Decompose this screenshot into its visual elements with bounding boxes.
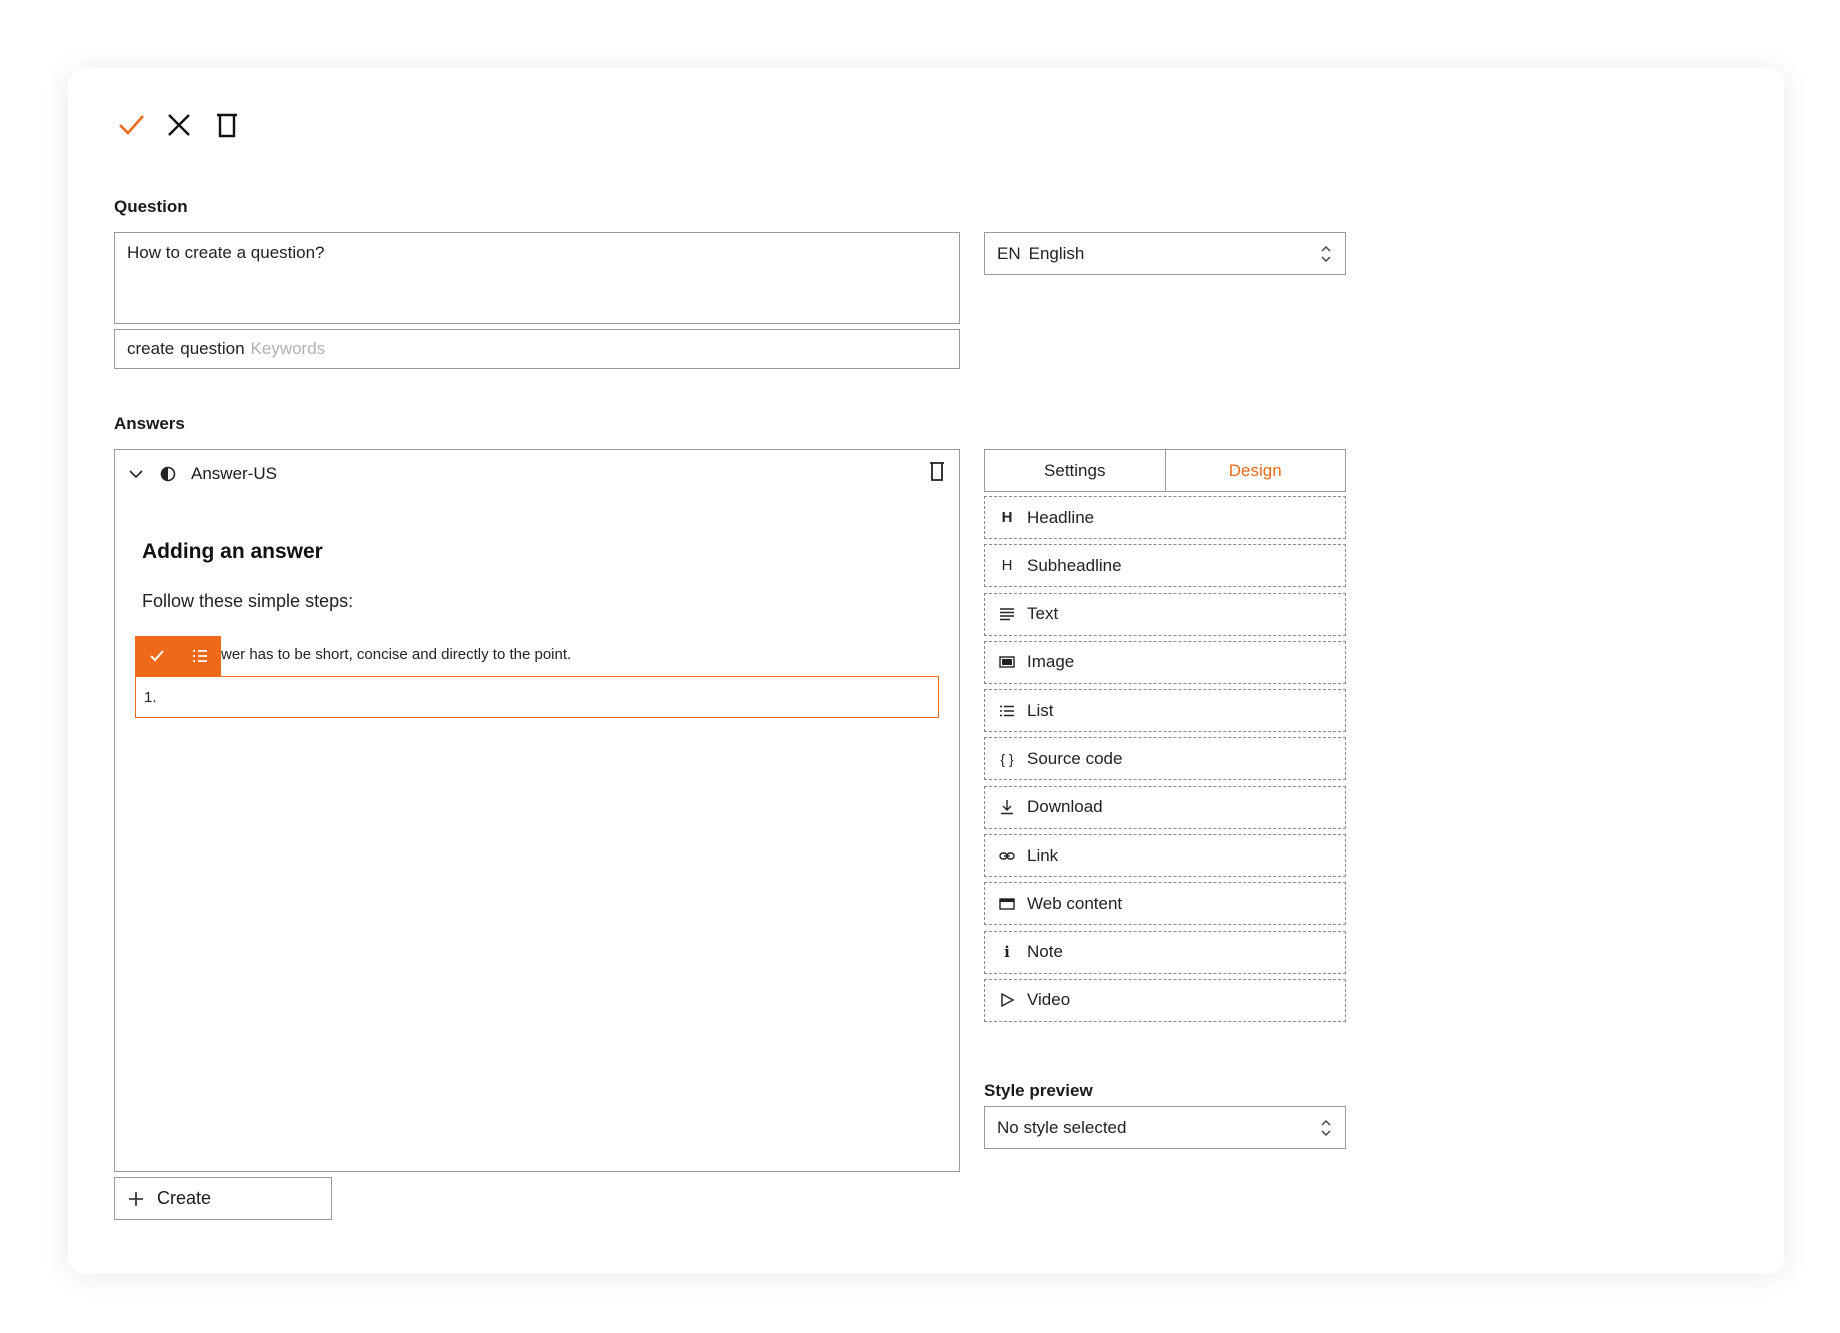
toolbar xyxy=(114,108,244,142)
answer-title[interactable]: Adding an answer xyxy=(142,540,323,564)
link-icon xyxy=(999,848,1015,864)
editor-card: Question How to create a question? creat… xyxy=(68,68,1784,1274)
plus-icon xyxy=(129,1191,143,1206)
block-label: Web content xyxy=(1027,893,1123,913)
panel-tabs: Settings Design xyxy=(984,449,1346,492)
note-icon: i xyxy=(1004,943,1010,962)
answer-panel: Answer-US Adding an answer Follow these … xyxy=(114,449,960,1172)
chevron-down-icon[interactable] xyxy=(127,465,145,483)
close-icon xyxy=(168,114,190,136)
trash-icon xyxy=(217,113,237,138)
list-icon[interactable] xyxy=(191,647,209,665)
tab-settings[interactable]: Settings xyxy=(985,450,1166,491)
block-label: Text xyxy=(1027,604,1059,624)
text-icon xyxy=(999,606,1015,622)
answer-name: Answer-US xyxy=(191,464,277,483)
tab-design[interactable]: Design xyxy=(1166,450,1346,491)
check-icon[interactable] xyxy=(148,647,166,665)
answer-text[interactable]: Follow these simple steps: xyxy=(142,591,353,612)
style-preview-select[interactable]: No style selected xyxy=(984,1106,1346,1149)
language-select[interactable]: EN English xyxy=(984,232,1346,275)
block-label: Source code xyxy=(1027,748,1123,768)
create-label: Create xyxy=(157,1188,212,1208)
image-icon xyxy=(999,654,1015,670)
question-textarea[interactable]: How to create a question? xyxy=(114,232,960,324)
list-editor-toolbar xyxy=(135,636,221,676)
block-headline[interactable]: H Headline xyxy=(984,496,1346,539)
delete-button[interactable] xyxy=(210,108,244,142)
subheadline-icon: H xyxy=(1001,557,1013,575)
block-video[interactable]: Video xyxy=(984,978,1346,1022)
style-preview-value: No style selected xyxy=(997,1117,1127,1137)
keywords-input[interactable]: create question Keywords xyxy=(114,329,960,369)
block-label: Video xyxy=(1027,990,1071,1010)
language-name: English xyxy=(1028,243,1085,263)
create-button[interactable]: Create xyxy=(114,1177,332,1220)
block-label: Image xyxy=(1027,652,1075,672)
block-label: Note xyxy=(1027,942,1063,962)
answer-line[interactable]: wer has to be short, concise and directl… xyxy=(221,646,571,663)
block-download[interactable]: Download xyxy=(984,785,1346,829)
contrast-icon[interactable] xyxy=(159,465,177,483)
keyword-tag[interactable]: create xyxy=(127,339,174,359)
answer-header: Answer-US xyxy=(127,460,277,488)
block-note[interactable]: i Note xyxy=(984,930,1346,974)
video-icon xyxy=(999,992,1015,1008)
confirm-button[interactable] xyxy=(114,108,148,142)
download-icon xyxy=(999,799,1015,815)
list-value: 1. xyxy=(144,688,157,706)
chevron-up-down-icon xyxy=(1321,245,1331,262)
cancel-button[interactable] xyxy=(162,108,196,142)
list-icon xyxy=(999,703,1015,719)
block-subheadline[interactable]: H Subheadline xyxy=(984,544,1346,588)
block-text[interactable]: Text xyxy=(984,592,1346,636)
answers-label: Answers xyxy=(114,414,185,433)
question-label: Question xyxy=(114,197,188,216)
chevron-up-down-icon xyxy=(1321,1119,1331,1136)
block-label: Headline xyxy=(1027,507,1095,527)
keywords-placeholder: Keywords xyxy=(250,339,326,358)
block-link[interactable]: Link xyxy=(984,834,1346,878)
web-content-icon xyxy=(999,896,1015,912)
block-source-code[interactable]: { } Source code xyxy=(984,737,1346,781)
style-preview-label: Style preview xyxy=(984,1081,1093,1100)
block-label: Download xyxy=(1027,797,1103,817)
source-code-icon: { } xyxy=(1000,750,1014,767)
language-code: EN xyxy=(997,243,1021,263)
list-input[interactable]: 1. xyxy=(135,676,939,718)
content-blocks: H Headline H Subheadline Text Image List… xyxy=(984,496,1346,1027)
headline-icon: H xyxy=(1001,509,1013,526)
trash-icon[interactable] xyxy=(927,460,947,482)
block-label: Link xyxy=(1027,845,1059,865)
block-label: List xyxy=(1027,700,1054,720)
question-text: How to create a question? xyxy=(127,243,325,262)
block-list[interactable]: List xyxy=(984,689,1346,733)
block-label: Subheadline xyxy=(1027,555,1122,575)
keyword-tag[interactable]: question xyxy=(180,339,244,359)
check-icon xyxy=(119,115,144,135)
block-web-content[interactable]: Web content xyxy=(984,882,1346,926)
block-image[interactable]: Image xyxy=(984,640,1346,684)
